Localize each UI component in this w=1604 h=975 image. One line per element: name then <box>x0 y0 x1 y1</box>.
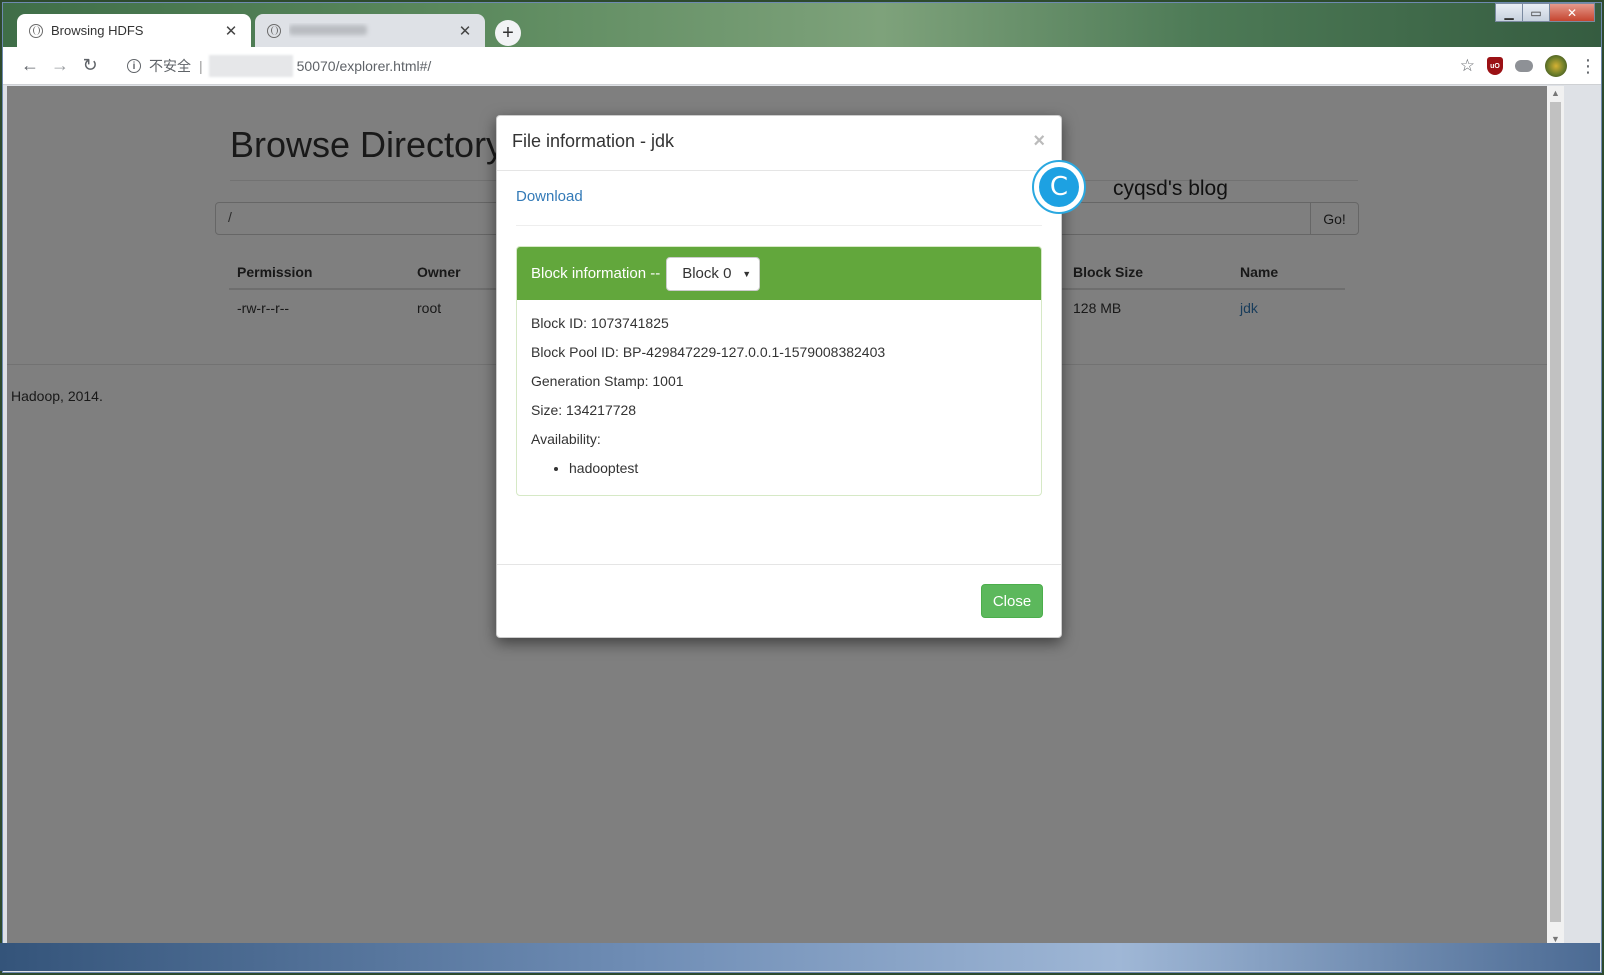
watermark-text: cyqsd's blog <box>1113 177 1228 200</box>
block-id: Block ID: 1073741825 <box>531 315 669 331</box>
scroll-thumb[interactable] <box>1550 102 1561 922</box>
availability-label: Availability: <box>531 431 601 447</box>
forward-icon[interactable]: → <box>45 55 75 76</box>
divider <box>516 225 1042 226</box>
maximize-button[interactable]: ▭ <box>1522 3 1550 22</box>
url-text: 50070/explorer.html#/ <box>296 58 432 74</box>
availability-list: hadooptest <box>569 459 1027 477</box>
close-button[interactable]: Close <box>981 584 1043 618</box>
tab-browsing-hdfs[interactable]: Browsing HDFS ✕ <box>17 14 251 47</box>
desktop-edge <box>0 943 1600 971</box>
tab-title-redacted <box>289 23 457 38</box>
list-item: hadooptest <box>569 459 1027 477</box>
block-info-label: Block information -- <box>531 265 661 282</box>
info-icon[interactable]: i <box>127 59 141 73</box>
panel-body: Block ID: 1073741825 Block Pool ID: BP-4… <box>517 300 1041 495</box>
star-icon[interactable]: ☆ <box>1460 56 1475 76</box>
address-bar[interactable]: i 不安全 | 50070/explorer.html#/ <box>115 52 1421 80</box>
page-viewport: Browse Directory / Go! Permission Owner … <box>7 86 1547 946</box>
tab-title: Browsing HDFS <box>51 23 144 38</box>
panel-heading: Block information -- Block 0 ▼ <box>517 247 1041 300</box>
block-select[interactable]: Block 0 ▼ <box>666 256 761 291</box>
block-info-panel: Block information -- Block 0 ▼ Block ID:… <box>516 246 1042 496</box>
browser-window: Browsing HDFS ✕ ✕ + ▁ ▭ ✕ ← → ↻ i 不安全 | … <box>2 2 1602 973</box>
tab-close-icon[interactable]: ✕ <box>223 22 239 40</box>
security-label: 不安全 <box>149 58 191 74</box>
separator: | <box>199 58 203 74</box>
caret-down-icon: ▼ <box>742 268 752 279</box>
redacted-host <box>208 55 293 77</box>
generation-stamp: Generation Stamp: 1001 <box>531 373 684 389</box>
modal-header: File information - jdk × <box>497 116 1061 171</box>
window-controls: ▁ ▭ ✕ <box>1495 3 1595 22</box>
file-info-modal: File information - jdk × Download Block … <box>496 115 1062 638</box>
menu-icon[interactable]: ⋮ <box>1579 56 1597 77</box>
scroll-up-icon[interactable]: ▲ <box>1551 88 1560 98</box>
close-icon[interactable]: × <box>1033 130 1045 153</box>
tab-close-icon[interactable]: ✕ <box>457 22 473 40</box>
watermark-logo: C <box>1032 160 1086 214</box>
avatar[interactable] <box>1545 55 1567 77</box>
globe-icon <box>29 23 43 38</box>
tab-second[interactable]: ✕ <box>255 14 485 47</box>
watermark-c-icon: C <box>1039 167 1079 207</box>
modal-body: Download Block information -- Block 0 ▼ … <box>497 171 1061 511</box>
window-close-button[interactable]: ✕ <box>1549 3 1595 22</box>
vertical-scrollbar[interactable]: ▲ ▼ <box>1547 86 1564 946</box>
modal-title: File information - jdk <box>512 131 675 151</box>
block-pool-id: Block Pool ID: BP-429847229-127.0.0.1-15… <box>531 344 886 360</box>
back-icon[interactable]: ← <box>15 55 45 76</box>
new-tab-button[interactable]: + <box>495 20 521 46</box>
ublock-icon[interactable]: uO <box>1487 57 1503 75</box>
tab-strip: Browsing HDFS ✕ ✕ + ▁ ▭ ✕ <box>3 3 1601 47</box>
cloud-icon[interactable] <box>1515 60 1533 72</box>
minimize-button[interactable]: ▁ <box>1495 3 1523 22</box>
toolbar-right: ☆ uO ⋮ <box>1460 55 1597 77</box>
block-size: Size: 134217728 <box>531 402 637 418</box>
download-link[interactable]: Download <box>516 188 1042 205</box>
block-select-value: Block 0 <box>682 265 732 282</box>
browser-toolbar: ← → ↻ i 不安全 | 50070/explorer.html#/ ☆ uO… <box>3 47 1601 85</box>
globe-icon <box>267 23 281 38</box>
reload-icon[interactable]: ↻ <box>75 55 105 76</box>
modal-footer: Close <box>497 564 1061 637</box>
